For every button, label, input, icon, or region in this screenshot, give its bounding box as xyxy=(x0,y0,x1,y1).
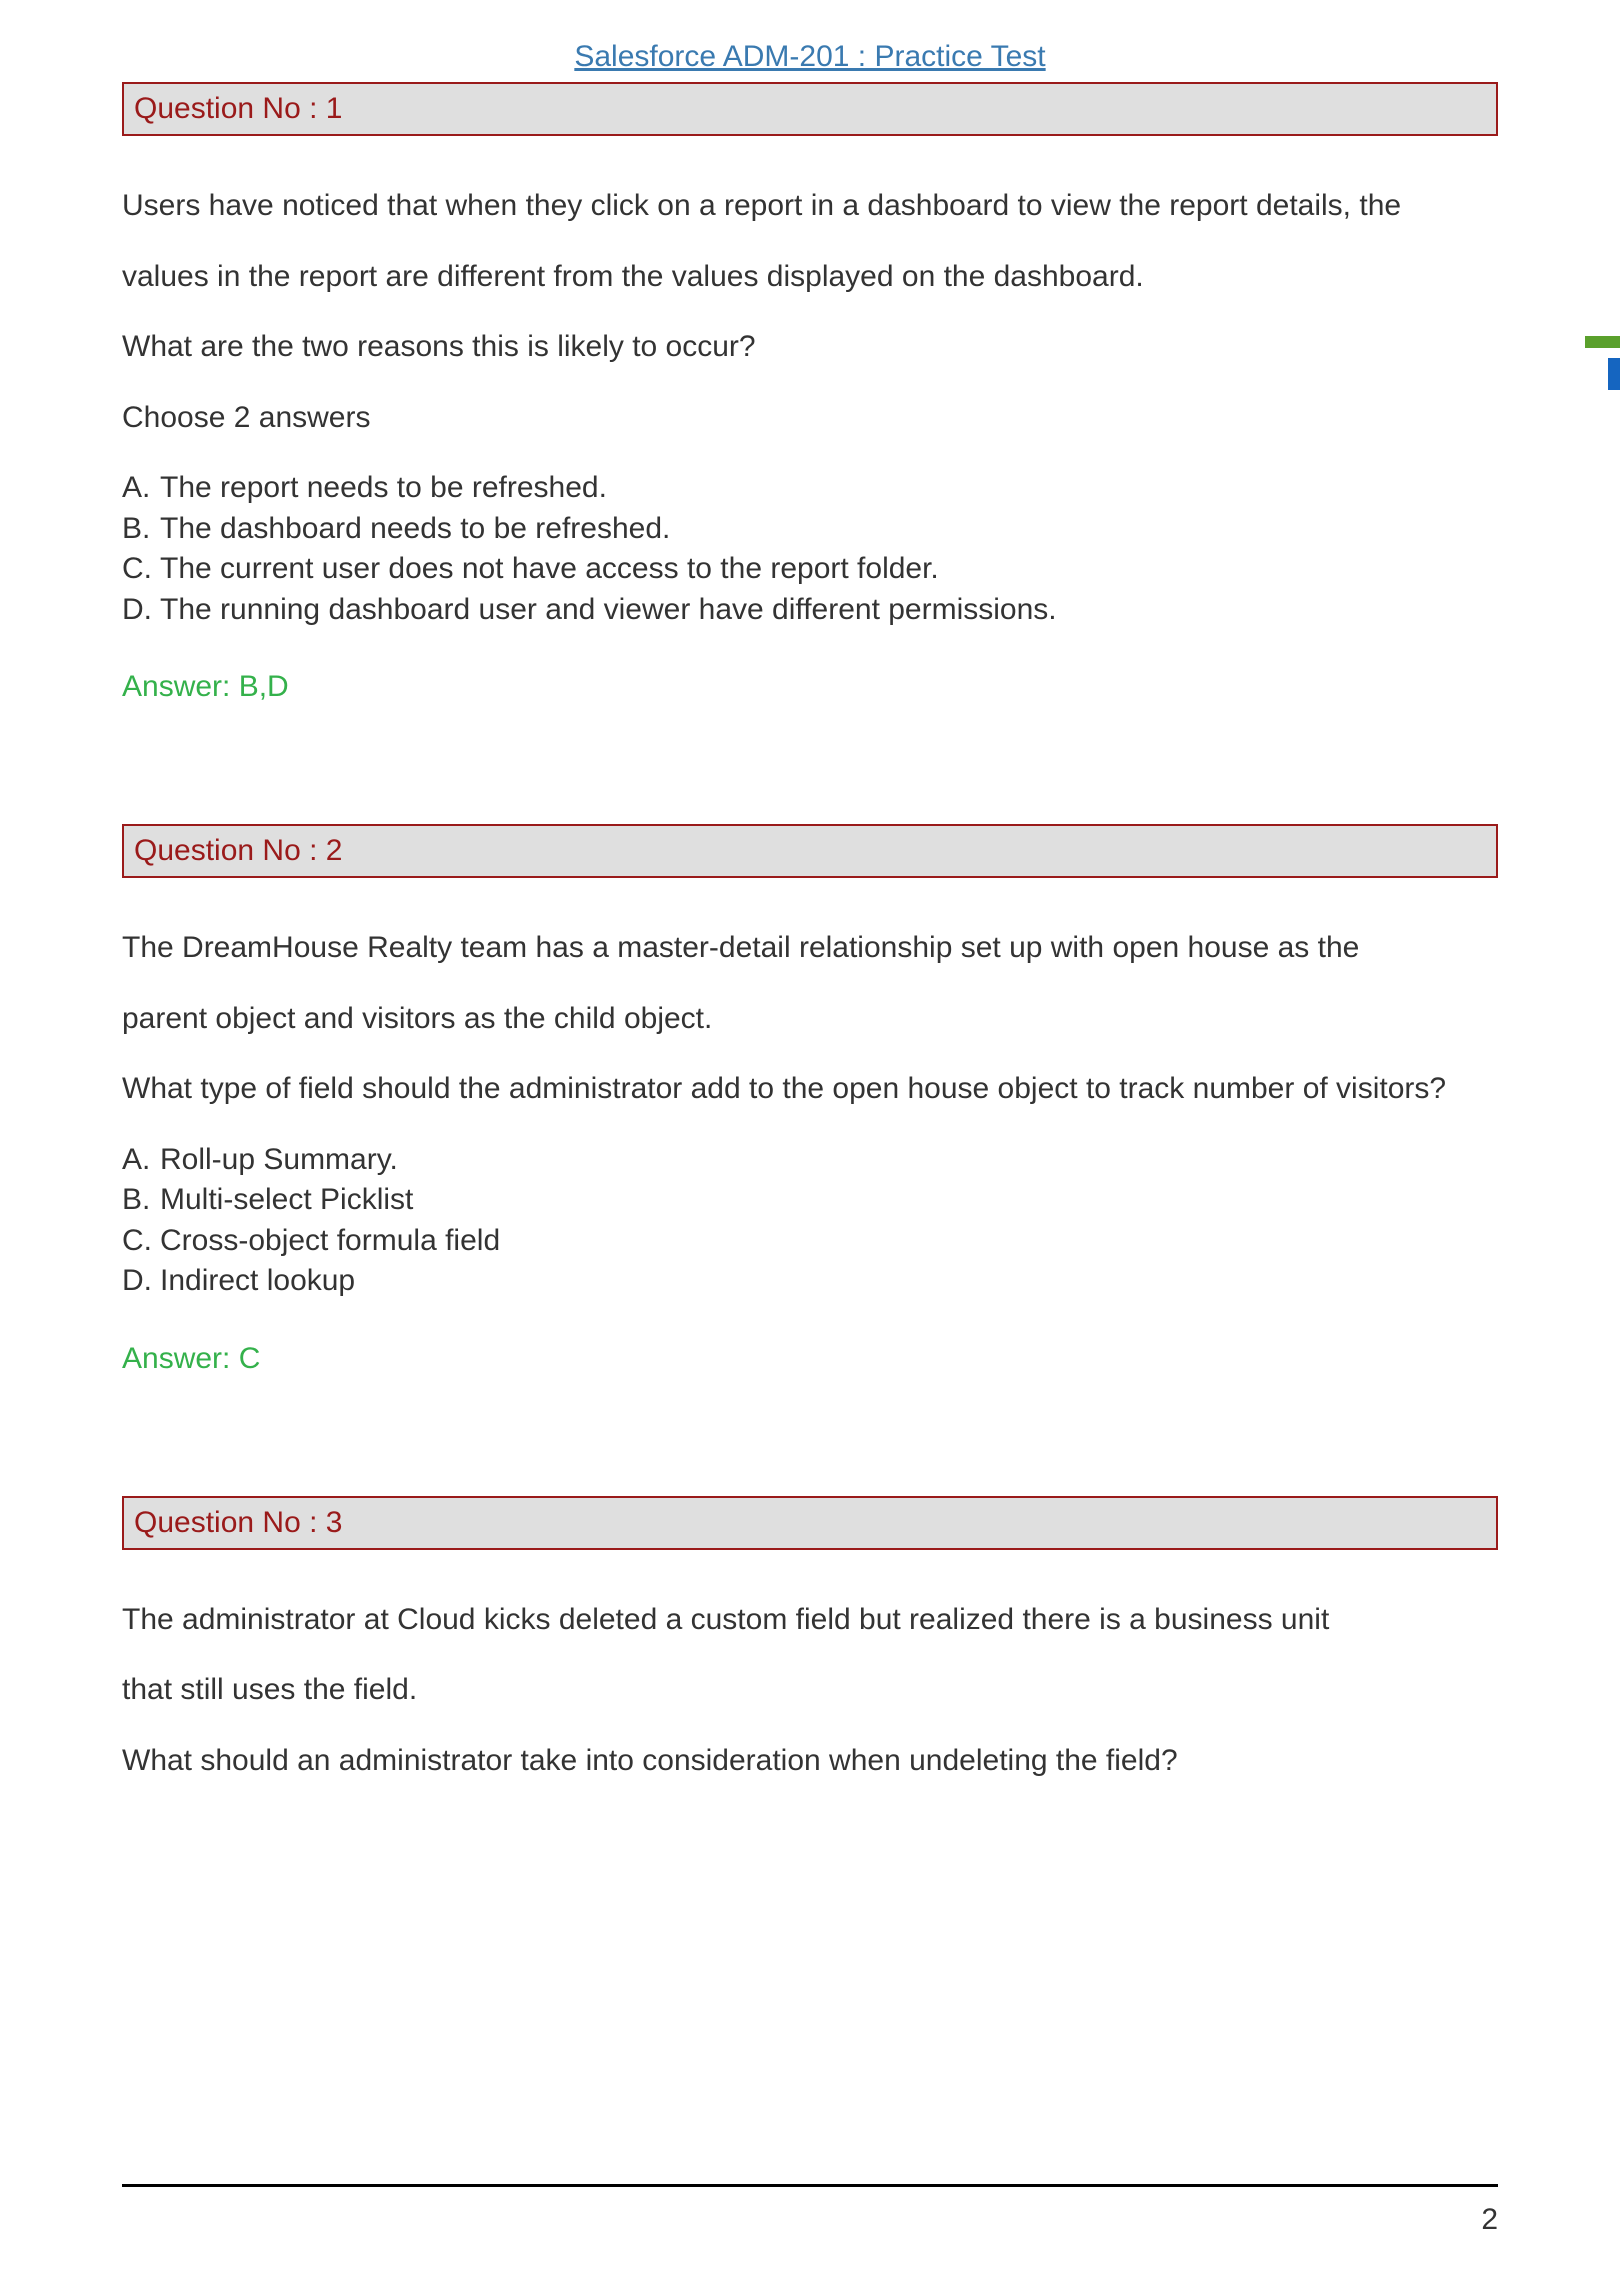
q2-paragraph-1: The DreamHouse Realty team has a master-… xyxy=(122,928,1498,969)
q1-paragraph-3: What are the two reasons this is likely … xyxy=(122,327,1498,368)
q2-paragraph-3: What type of field should the administra… xyxy=(122,1069,1498,1110)
q2-option-b: B.Multi-select Picklist xyxy=(122,1180,1498,1221)
page-container: Salesforce ADM-201 : Practice Test Quest… xyxy=(0,0,1620,1851)
q2-option-a-text: Roll-up Summary. xyxy=(160,1143,398,1176)
q2-option-c: C.Cross-object formula field xyxy=(122,1221,1498,1262)
question-header-text-1: Question No : 1 xyxy=(134,92,342,125)
document-title: Salesforce ADM-201 : Practice Test xyxy=(122,40,1498,74)
footer-divider xyxy=(122,2184,1498,2187)
q2-option-d: D.Indirect lookup xyxy=(122,1261,1498,1302)
q1-answer: Answer: B,D xyxy=(122,670,1498,704)
q1-option-a: A.The report needs to be refreshed. xyxy=(122,468,1498,509)
q1-option-c-text: The current user does not have access to… xyxy=(160,552,939,585)
side-accent-icon xyxy=(1600,336,1620,376)
q1-options: A.The report needs to be refreshed. B.Th… xyxy=(122,468,1498,630)
q1-option-c: C.The current user does not have access … xyxy=(122,549,1498,590)
q1-option-b-text: The dashboard needs to be refreshed. xyxy=(160,512,670,545)
q1-option-a-text: The report needs to be refreshed. xyxy=(160,471,607,504)
q3-paragraph-1: The administrator at Cloud kicks deleted… xyxy=(122,1600,1498,1641)
q2-option-d-text: Indirect lookup xyxy=(160,1264,355,1297)
question-header-2: Question No : 2 xyxy=(122,824,1498,878)
question-header-text-3: Question No : 3 xyxy=(134,1506,342,1539)
q1-paragraph-1: Users have noticed that when they click … xyxy=(122,186,1498,227)
green-bar-icon xyxy=(1585,336,1620,348)
q1-option-d-text: The running dashboard user and viewer ha… xyxy=(160,593,1057,626)
q3-paragraph-2: that still uses the field. xyxy=(122,1670,1498,1711)
q2-answer: Answer: C xyxy=(122,1342,1498,1376)
q2-paragraph-2: parent object and visitors as the child … xyxy=(122,999,1498,1040)
q2-option-a: A.Roll-up Summary. xyxy=(122,1140,1498,1181)
blue-bar-icon xyxy=(1608,358,1620,390)
q1-option-b: B.The dashboard needs to be refreshed. xyxy=(122,509,1498,550)
q3-paragraph-3: What should an administrator take into c… xyxy=(122,1741,1498,1782)
q2-option-b-text: Multi-select Picklist xyxy=(160,1183,413,1216)
question-header-3: Question No : 3 xyxy=(122,1496,1498,1550)
question-header-text-2: Question No : 2 xyxy=(134,834,342,867)
q2-options: A.Roll-up Summary. B.Multi-select Pickli… xyxy=(122,1140,1498,1302)
q1-option-d: D.The running dashboard user and viewer … xyxy=(122,590,1498,631)
q1-paragraph-4: Choose 2 answers xyxy=(122,398,1498,439)
q1-paragraph-2: values in the report are different from … xyxy=(122,257,1498,298)
question-header-1: Question No : 1 xyxy=(122,82,1498,136)
q2-option-c-text: Cross-object formula field xyxy=(160,1224,500,1257)
page-number: 2 xyxy=(1481,2203,1498,2237)
